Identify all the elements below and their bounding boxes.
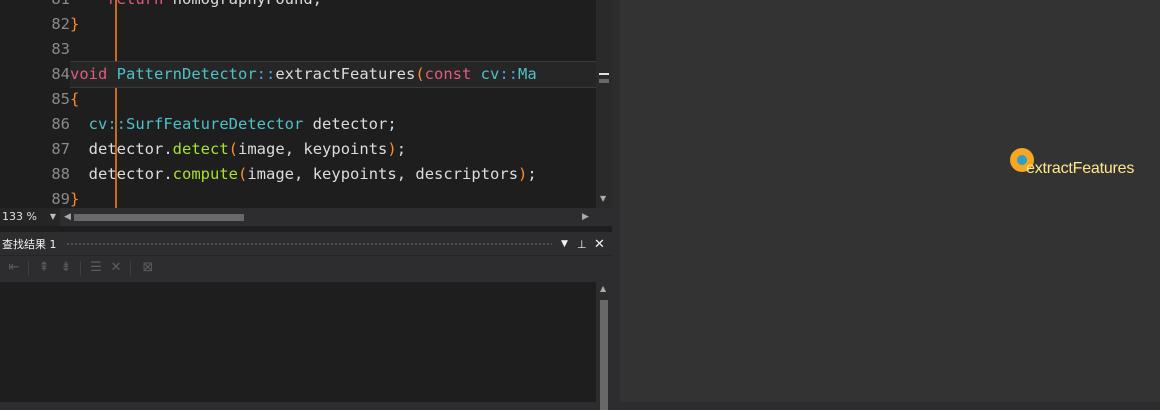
- chevron-down-icon: ▼: [49, 212, 56, 221]
- clear-all-icon[interactable]: ☰: [88, 260, 104, 276]
- code-line-current[interactable]: void PatternDetector::extractFeatures(co…: [70, 61, 596, 88]
- scroll-position-marker: [599, 73, 609, 75]
- editor-vertical-scrollbar[interactable]: ▼: [596, 0, 612, 208]
- zoom-dropdown[interactable]: 133 % ▼: [0, 208, 60, 226]
- pin-icon[interactable]: ⊥: [577, 234, 587, 255]
- line-number: 86: [51, 115, 70, 133]
- pane-splitter[interactable]: [612, 0, 620, 402]
- code-editor[interactable]: 81 82 83 84 85 86 87 88 89 ⊟ return homo…: [0, 0, 612, 232]
- chevron-down-icon[interactable]: ▼: [600, 194, 606, 203]
- line-number: 88: [51, 165, 70, 183]
- line-number: 82: [51, 15, 70, 33]
- line-number: 87: [51, 140, 70, 158]
- chevron-up-icon[interactable]: ▲: [600, 284, 606, 293]
- close-icon[interactable]: ✕: [594, 234, 605, 255]
- scroll-thumb[interactable]: [74, 214, 244, 221]
- code-line[interactable]: [70, 37, 596, 62]
- stop-find-icon[interactable]: ⊠: [140, 260, 156, 276]
- code-line[interactable]: }: [70, 187, 596, 208]
- code-line[interactable]: return homographyFound;: [70, 0, 596, 12]
- line-number: 84: [51, 65, 70, 83]
- editor-status-row: 133 % ▼ ◀ ▶: [0, 208, 612, 226]
- panel-title: 查找结果 1: [2, 238, 57, 251]
- previous-location-icon[interactable]: ⇞: [36, 260, 52, 276]
- code-line[interactable]: }: [70, 12, 596, 37]
- code-area[interactable]: return homographyFound; } void PatternDe…: [70, 0, 596, 208]
- line-number: 85: [51, 90, 70, 108]
- results-list[interactable]: [0, 282, 596, 402]
- chevron-right-icon[interactable]: ▶: [582, 210, 589, 224]
- toolbar-separator: [80, 261, 81, 276]
- dropdown-arrow-icon[interactable]: ▼: [561, 234, 568, 255]
- line-number: 81: [0, 0, 70, 12]
- find-results-toolbar: ⇤ ⇞ ⇟ ☰ ✕ ⊠: [0, 256, 612, 282]
- code-line[interactable]: {: [70, 87, 596, 112]
- go-to-location-icon[interactable]: ⇤: [6, 260, 22, 276]
- drag-grip[interactable]: [66, 242, 552, 247]
- line-number: 83: [51, 40, 70, 58]
- code-line[interactable]: detector.compute(image, keypoints, descr…: [70, 162, 596, 187]
- code-line[interactable]: detector.detect(image, keypoints);: [70, 137, 596, 162]
- toolbar-separator: [28, 261, 29, 276]
- find-results-panel: 查找结果 1 ▼ ⊥ ✕ ⇤ ⇞ ⇟ ☰ ✕ ⊠ ▲: [0, 234, 612, 410]
- scroll-thumb[interactable]: [600, 300, 608, 410]
- panel-title-bar: 查找结果 1 ▼ ⊥ ✕: [0, 234, 612, 255]
- editor-horizontal-scrollbar[interactable]: ◀ ▶: [62, 210, 592, 224]
- zoom-level: 133 %: [2, 210, 37, 223]
- toolbar-separator: [130, 261, 131, 276]
- scroll-thumb[interactable]: [599, 79, 609, 83]
- code-line[interactable]: cv::SurfFeatureDetector detector;: [70, 112, 596, 137]
- results-vertical-scrollbar[interactable]: ▲: [596, 282, 612, 410]
- delete-icon[interactable]: ✕: [108, 260, 124, 276]
- next-location-icon[interactable]: ⇟: [58, 260, 74, 276]
- graph-node-label[interactable]: extractFeatures: [1026, 160, 1134, 178]
- line-number-gutter: 81 82 83 84 85 86 87 88 89: [0, 0, 70, 208]
- graph-view[interactable]: extractFeatures: [620, 0, 1160, 402]
- chevron-left-icon[interactable]: ◀: [64, 210, 71, 224]
